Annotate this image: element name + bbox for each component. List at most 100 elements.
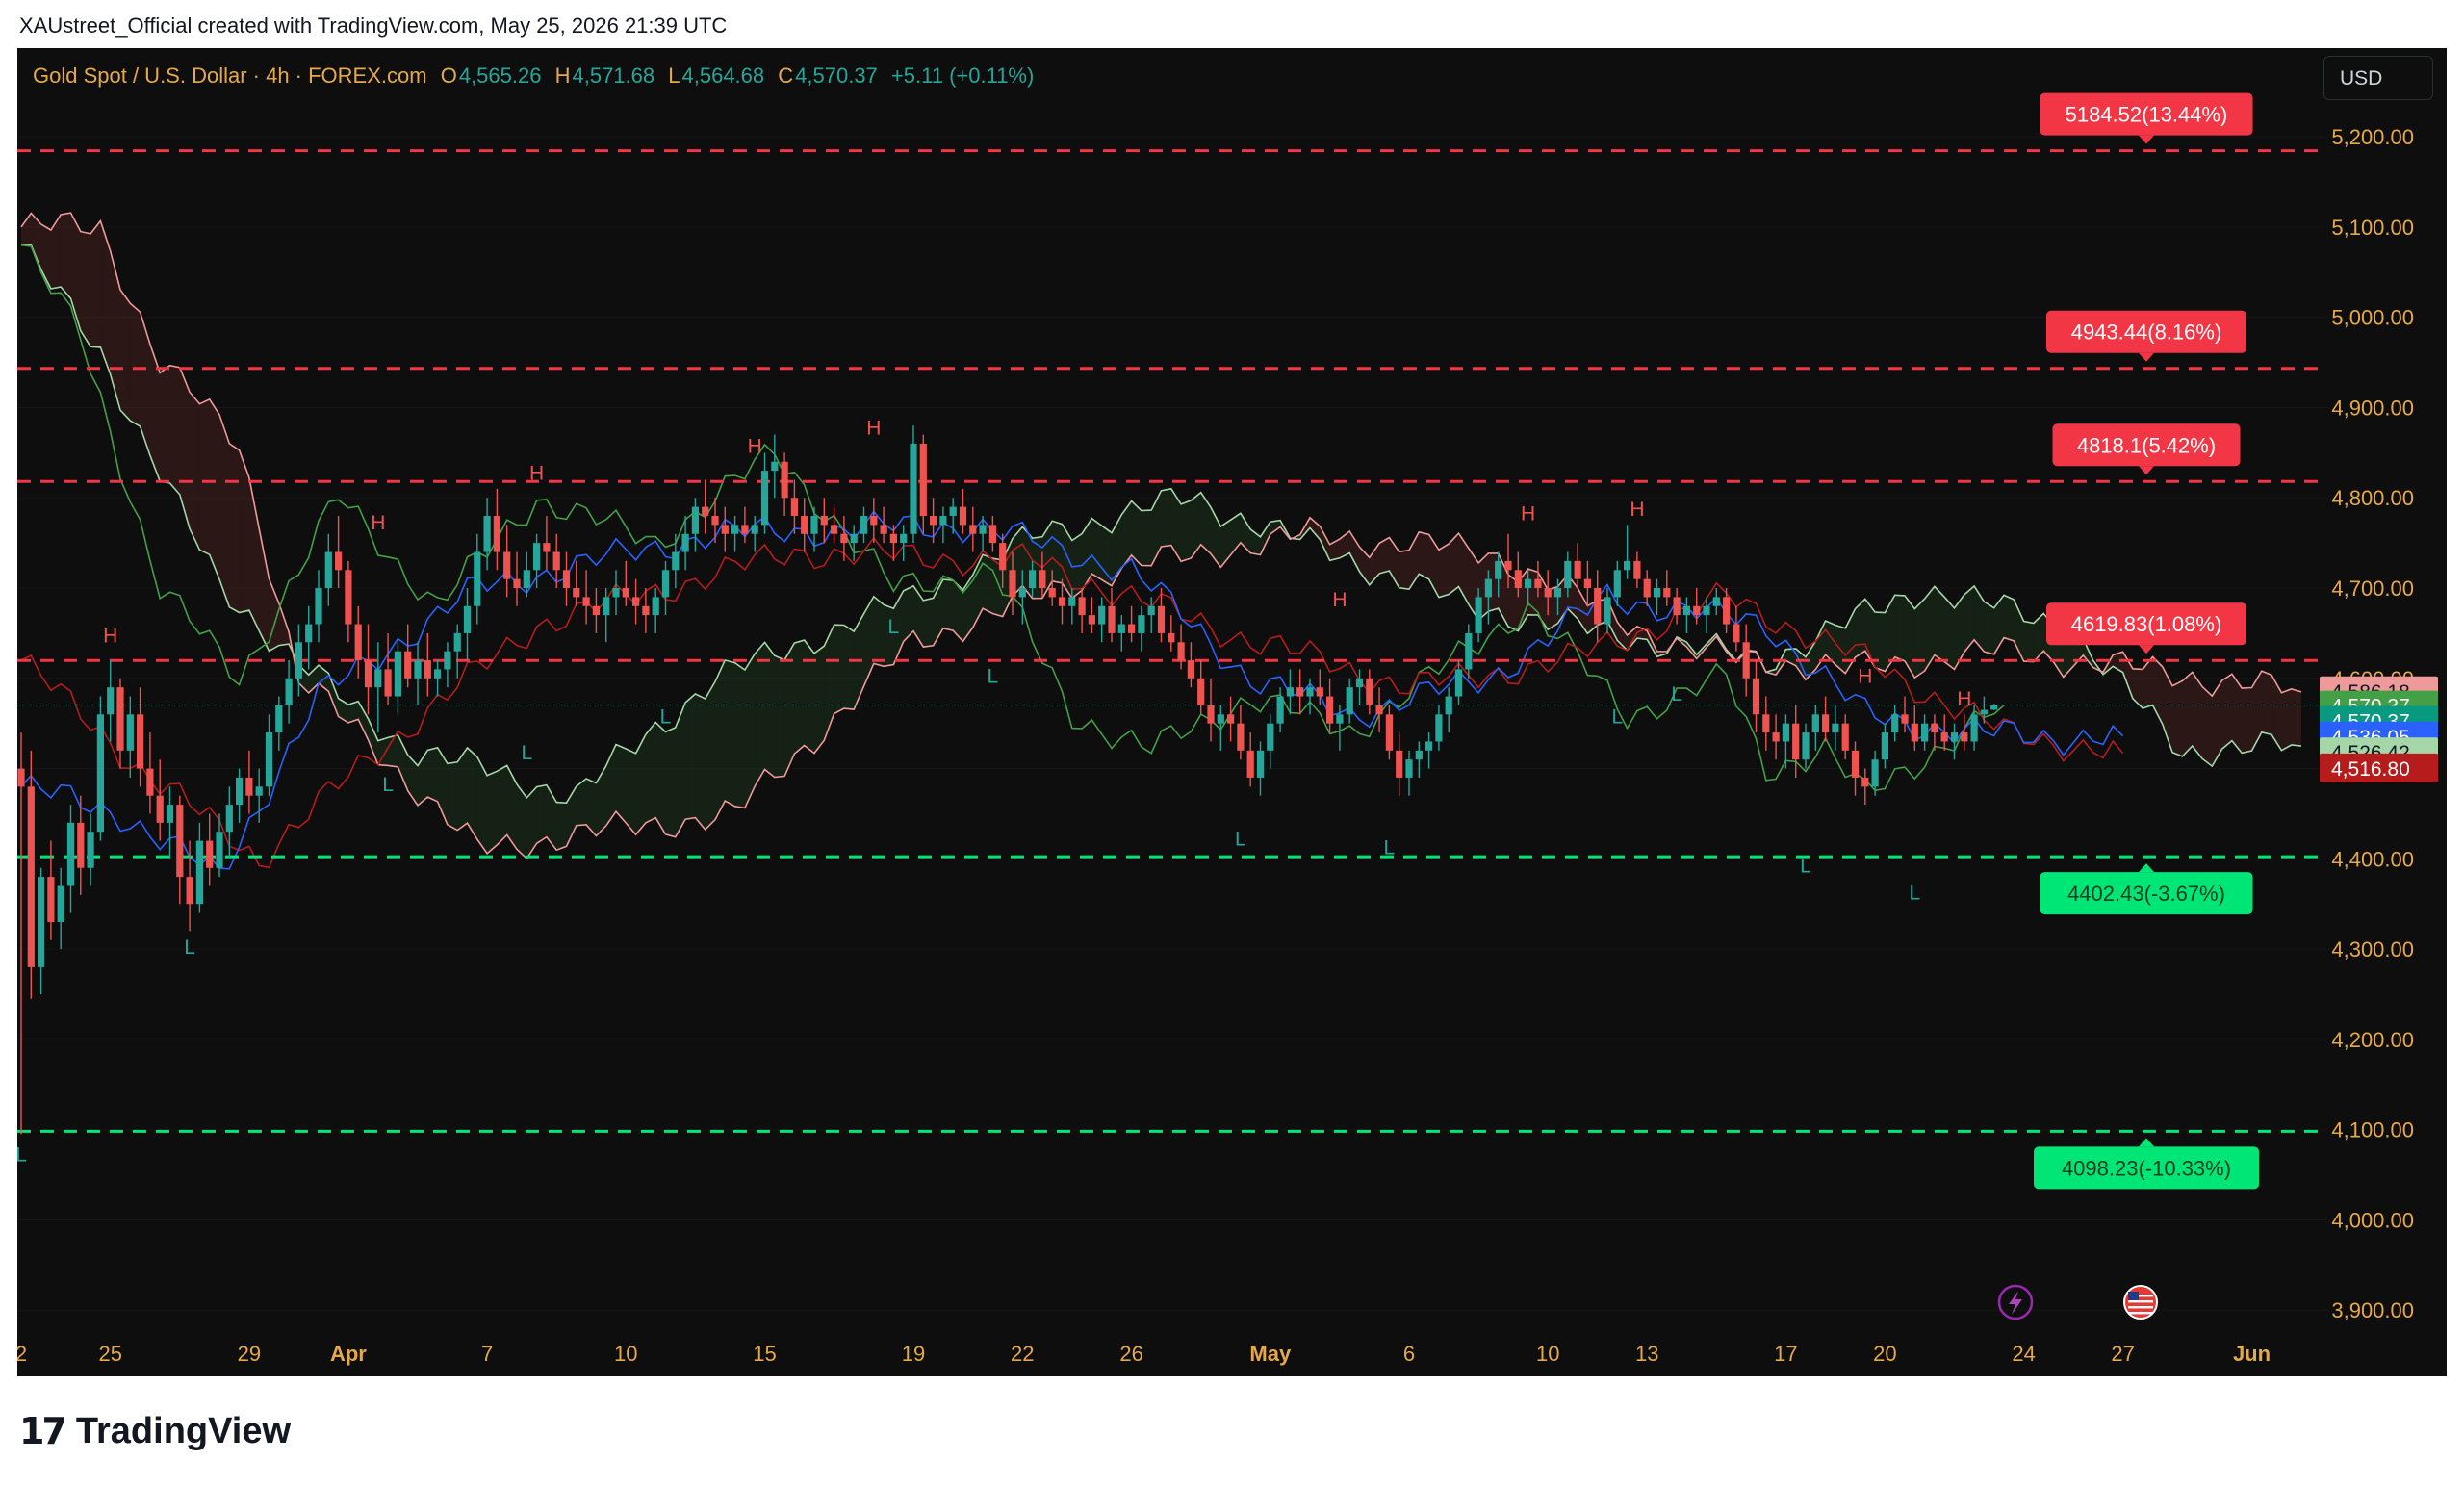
cloud-segment: [1141, 510, 1152, 566]
candle-body: [1921, 723, 1929, 742]
cloud-segment: [596, 765, 606, 836]
candle: [1653, 578, 1661, 616]
candle-body: [195, 840, 203, 905]
candle-body: [453, 632, 461, 652]
cloud-segment: [61, 213, 71, 299]
candle-body: [146, 768, 154, 796]
candle: [1921, 714, 1929, 751]
candle-body: [1138, 615, 1145, 633]
candle: [1742, 624, 1750, 697]
cloud-segment: [923, 598, 934, 648]
candle: [166, 786, 174, 859]
candle: [107, 660, 115, 742]
resistance-level-label: 4619.83(1.08%): [2071, 612, 2222, 636]
cloud-segment: [2004, 595, 2015, 641]
candle: [275, 696, 283, 751]
candle-body: [1068, 597, 1076, 606]
candle-body: [1355, 678, 1364, 688]
price-tick-label: 4,400.00: [2331, 847, 2414, 871]
cloud-segment: [1101, 526, 1112, 586]
candle-body: [1108, 605, 1116, 633]
swing-low-label: L: [1909, 883, 1920, 905]
candle-body: [760, 471, 769, 526]
time-tick-label: 15: [753, 1342, 776, 1366]
cloud-segment: [1191, 492, 1201, 559]
candle: [949, 498, 957, 534]
candle-body: [1029, 570, 1037, 589]
candle: [1108, 588, 1116, 643]
candle-body: [672, 551, 680, 571]
candle: [1841, 714, 1849, 760]
cloud-segment: [1875, 612, 1886, 672]
candle-body: [236, 777, 244, 806]
candle-body: [1881, 732, 1888, 760]
candle-body: [810, 516, 818, 534]
candle-body: [988, 525, 996, 544]
candle: [1078, 588, 1086, 633]
cloud-segment: [1914, 599, 1925, 679]
candle: [582, 570, 590, 625]
candle-body: [1217, 714, 1224, 724]
candle-body: [434, 669, 442, 679]
candle-body: [1256, 750, 1265, 778]
candle-body: [126, 714, 134, 751]
candle-body: [1078, 597, 1086, 616]
candle-body: [1712, 597, 1720, 606]
swing-high-label: H: [103, 625, 117, 647]
candle-body: [1385, 714, 1393, 751]
swing-low-label: L: [1235, 828, 1246, 850]
cloud-segment: [1349, 530, 1360, 572]
cloud-segment: [804, 640, 814, 754]
time-tick-label: 20: [1873, 1342, 1896, 1366]
candle-body: [732, 525, 739, 534]
cloud-segment: [179, 367, 191, 529]
cloud-segment: [190, 392, 200, 551]
candle-body: [523, 570, 530, 589]
cloud-segment: [873, 596, 885, 667]
candle-body: [1574, 560, 1581, 579]
candle-body: [295, 642, 302, 679]
candle-body: [1276, 696, 1284, 724]
candle-body: [265, 732, 273, 787]
candle: [146, 732, 154, 814]
symbol-title[interactable]: Gold Spot / U.S. Dollar · 4h · FOREX.com: [33, 64, 427, 88]
candle: [404, 624, 412, 688]
candle: [732, 516, 739, 552]
candle-body: [1911, 723, 1918, 742]
candle: [1117, 615, 1125, 652]
candle: [1802, 723, 1810, 769]
candle-body: [702, 506, 709, 516]
candle-body: [255, 786, 263, 796]
candle-body: [850, 533, 858, 544]
price-tick-label: 4,900.00: [2331, 396, 2414, 420]
currency-button[interactable]: USD: [2323, 56, 2433, 100]
swing-high-label: H: [529, 462, 544, 484]
candle: [1832, 705, 1839, 751]
candle-body: [999, 543, 1007, 571]
candle-body: [721, 525, 729, 534]
price-chart[interactable]: 5184.52(13.44%) 4943.44(8.16%) 4818.1(5.42…: [17, 48, 2447, 1376]
candle: [453, 624, 461, 679]
candle: [1276, 687, 1284, 733]
candle: [1861, 768, 1869, 806]
support-level-pointer: [2139, 863, 2154, 873]
chart-frame[interactable]: 5184.52(13.44%) 4943.44(8.16%) 4818.1(5.42…: [17, 48, 2447, 1376]
candle-body: [1454, 669, 1463, 697]
cloud-segment: [427, 747, 438, 802]
candle-body: [979, 525, 987, 534]
candle: [87, 813, 94, 886]
candle-body: [552, 551, 560, 571]
cloud-segment: [209, 398, 219, 579]
candle: [137, 687, 144, 787]
candle: [1633, 551, 1641, 589]
price-tick-label: 4,800.00: [2331, 486, 2414, 510]
candle: [1177, 624, 1185, 670]
candle: [77, 795, 85, 895]
candle-body: [1762, 714, 1770, 733]
candle-body: [107, 687, 115, 715]
candle-body: [513, 578, 521, 589]
candle: [57, 867, 64, 950]
candle: [771, 434, 779, 499]
candle-body: [1663, 588, 1671, 598]
candle-body: [1504, 560, 1512, 571]
